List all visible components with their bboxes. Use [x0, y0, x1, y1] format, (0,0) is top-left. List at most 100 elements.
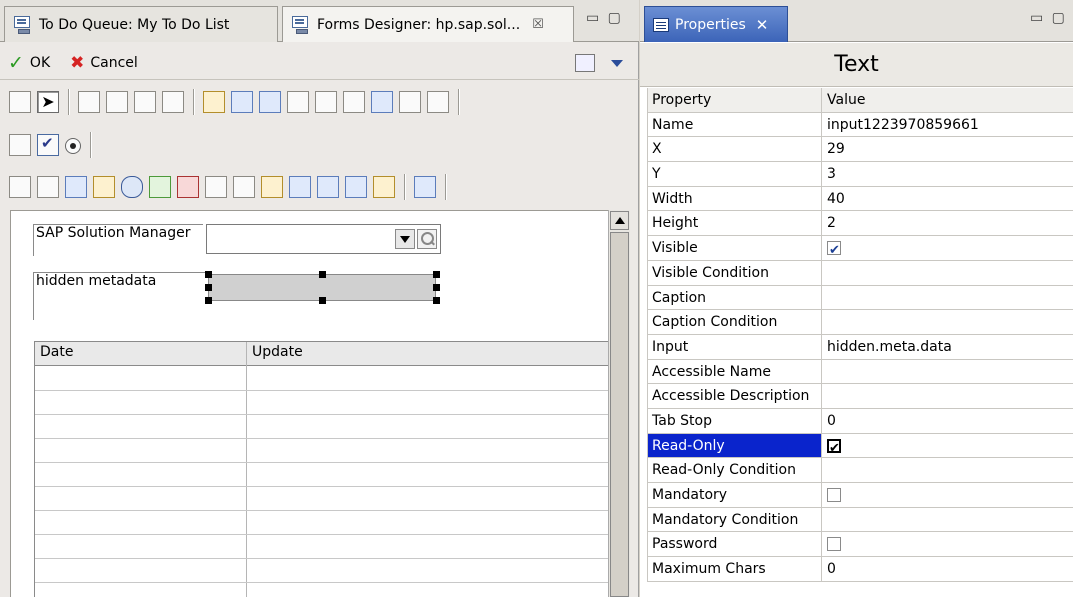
search-icon[interactable] — [417, 229, 437, 249]
checkbox-icon[interactable] — [827, 488, 841, 502]
hierarchy-icon[interactable] — [373, 176, 395, 198]
email-icon[interactable] — [93, 176, 115, 198]
property-row[interactable]: Visible — [647, 236, 1073, 263]
tab-properties[interactable]: Properties ✕ — [644, 6, 788, 42]
column-icon[interactable] — [37, 176, 59, 198]
calendar-icon[interactable] — [371, 91, 393, 113]
sap-solution-manager-combobox[interactable] — [206, 224, 441, 254]
property-value[interactable]: 0 — [827, 557, 836, 581]
scroll-up-icon[interactable] — [610, 211, 629, 230]
button-icon[interactable] — [9, 134, 31, 156]
text-field-icon[interactable] — [231, 91, 253, 113]
property-value[interactable]: 0 — [827, 409, 836, 433]
property-row[interactable]: X 29 — [647, 137, 1073, 163]
property-row[interactable]: Mandatory — [647, 483, 1073, 508]
column-header-date[interactable]: Date — [35, 344, 73, 360]
property-value[interactable]: 2 — [827, 211, 836, 235]
close-icon[interactable]: ☒ — [532, 17, 544, 32]
vertical-scrollbar[interactable] — [608, 210, 630, 597]
hidden-metadata-label[interactable]: hidden metadata — [33, 272, 205, 320]
scroll-thumb[interactable] — [610, 232, 629, 597]
property-row[interactable]: Caption Condition — [647, 310, 1073, 335]
checkbox-icon[interactable] — [37, 134, 59, 156]
property-row[interactable]: Caption — [647, 285, 1073, 311]
property-value[interactable]: 3 — [827, 162, 836, 186]
web-browser-icon[interactable] — [414, 176, 436, 198]
column-header-update[interactable]: Update — [247, 344, 303, 360]
ok-button[interactable]: ✓ OK — [8, 52, 50, 74]
property-row[interactable]: Accessible Name — [647, 359, 1073, 385]
property-row[interactable]: Input hidden.meta.data — [647, 334, 1073, 360]
tab-panel-icon[interactable] — [134, 91, 156, 113]
tab-forms-designer[interactable]: Forms Designer: hp.sap.sol... ☒ — [282, 6, 574, 42]
frame-icon[interactable] — [162, 91, 184, 113]
property-value[interactable]: input1223970859661 — [827, 113, 979, 137]
property-value[interactable]: hidden.meta.data — [827, 335, 952, 359]
resize-handle[interactable] — [205, 271, 212, 278]
property-row[interactable]: Password — [647, 532, 1073, 558]
signature-icon[interactable] — [259, 91, 281, 113]
property-checkbox[interactable] — [827, 236, 841, 263]
property-row[interactable]: Maximum Chars 0 — [647, 557, 1073, 582]
chevron-down-icon[interactable] — [395, 229, 415, 249]
property-row[interactable]: Mandatory Condition — [647, 507, 1073, 533]
resize-handle[interactable] — [433, 297, 440, 304]
minimize-maximize-controls[interactable]: ▭ ▢ — [1030, 10, 1067, 26]
image-icon[interactable] — [149, 176, 171, 198]
text-cursor-icon[interactable] — [287, 91, 309, 113]
list-icon[interactable] — [205, 176, 227, 198]
grid-icon[interactable] — [9, 91, 31, 113]
property-value[interactable]: 40 — [827, 187, 845, 211]
property-row[interactable]: Visible Condition — [647, 260, 1073, 286]
resize-handle[interactable] — [319, 271, 326, 278]
dropdown-icon[interactable] — [399, 91, 421, 113]
checkbox-icon[interactable] — [827, 537, 841, 552]
html-icon[interactable] — [317, 176, 339, 198]
attachment-icon[interactable] — [233, 176, 255, 198]
view-menu[interactable] — [575, 54, 623, 72]
timer-icon[interactable] — [65, 176, 87, 198]
property-checkbox[interactable] — [827, 532, 841, 556]
lcd-icon[interactable] — [177, 176, 199, 198]
pointer-icon[interactable]: ➤ — [37, 91, 59, 113]
resize-handle[interactable] — [433, 271, 440, 278]
date-field-icon[interactable] — [343, 91, 365, 113]
checkbox-icon[interactable] — [827, 239, 841, 263]
property-row[interactable]: Name input1223970859661 — [647, 112, 1073, 138]
chevron-down-icon[interactable] — [611, 59, 623, 67]
close-icon[interactable]: ✕ — [756, 16, 769, 34]
sap-solution-manager-label[interactable]: SAP Solution Manager — [33, 224, 203, 256]
minimize-maximize-controls[interactable]: ▭ ▢ — [586, 10, 623, 26]
property-checkbox[interactable] — [827, 483, 841, 507]
property-row[interactable]: Width 40 — [647, 186, 1073, 212]
subform-icon[interactable] — [289, 176, 311, 198]
link-icon[interactable] — [261, 176, 283, 198]
combo-icon[interactable] — [427, 91, 449, 113]
resize-handle[interactable] — [205, 284, 212, 291]
property-row[interactable]: Read-Only — [647, 433, 1073, 461]
property-value[interactable]: 29 — [827, 137, 845, 161]
panel-icon[interactable] — [78, 91, 100, 113]
property-row[interactable]: Tab Stop 0 — [647, 408, 1073, 434]
property-row[interactable]: Y3 — [647, 162, 1073, 187]
property-row[interactable]: Height 2 — [647, 211, 1073, 237]
property-checkbox[interactable] — [827, 434, 841, 461]
chart-icon[interactable] — [121, 176, 143, 198]
group-panel-icon[interactable] — [106, 91, 128, 113]
design-canvas[interactable]: SAP Solution Manager hidden metadata Dat… — [10, 210, 608, 597]
resize-handle[interactable] — [433, 284, 440, 291]
label-icon[interactable] — [203, 91, 225, 113]
checkbox-icon[interactable] — [827, 437, 841, 461]
date-update-table[interactable]: Date Update — [34, 341, 608, 597]
memo-icon[interactable] — [315, 91, 337, 113]
property-row[interactable]: Accessible Description — [647, 384, 1073, 409]
property-name: Read-Only — [647, 433, 822, 458]
resize-handle[interactable] — [319, 297, 326, 304]
property-row[interactable]: Read-Only Condition — [647, 458, 1073, 483]
html-view-icon[interactable] — [345, 176, 367, 198]
radio-button-icon[interactable] — [65, 138, 81, 154]
tab-todo-queue[interactable]: To Do Queue: My To Do List — [4, 6, 278, 42]
cancel-button[interactable]: ✖ Cancel — [70, 53, 138, 73]
resize-handle[interactable] — [205, 297, 212, 304]
table-icon[interactable] — [9, 176, 31, 198]
